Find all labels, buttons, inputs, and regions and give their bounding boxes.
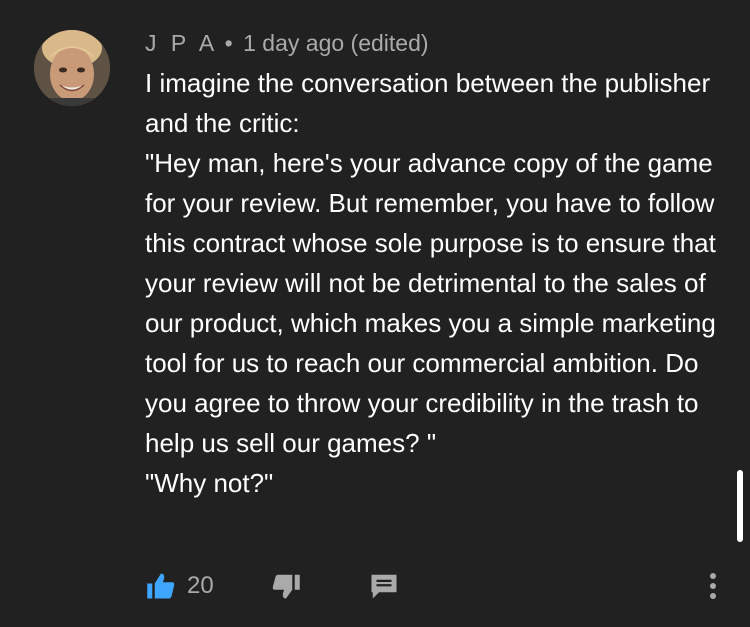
comment-header: J P A • 1 day ago (edited)	[145, 30, 429, 56]
scrollbar-thumb[interactable]	[737, 470, 743, 542]
comment-timestamp[interactable]: 1 day ago (edited)	[243, 30, 428, 56]
dislike-button[interactable]	[271, 566, 301, 606]
more-vertical-icon	[710, 573, 716, 599]
reply-button[interactable]	[369, 566, 399, 606]
author-avatar[interactable]	[34, 30, 110, 106]
avatar-image	[34, 30, 110, 106]
comment-text: I imagine the conversation between the p…	[145, 63, 725, 503]
comment-actions: 20	[145, 566, 735, 606]
like-count: 20	[187, 572, 214, 599]
comment-paragraph: "Why not?"	[145, 468, 274, 498]
thumbs-down-icon	[272, 574, 300, 599]
like-button[interactable]: 20	[145, 566, 214, 606]
thumbs-up-icon	[147, 573, 175, 599]
author-name[interactable]: J P A	[145, 30, 218, 56]
comment-paragraph: I imagine the conversation between the p…	[145, 68, 718, 138]
comment-paragraph: "Hey man, here's your advance copy of th…	[145, 148, 724, 458]
reply-icon	[371, 574, 397, 599]
more-options-button[interactable]	[705, 566, 721, 606]
meta-separator: •	[224, 30, 233, 56]
